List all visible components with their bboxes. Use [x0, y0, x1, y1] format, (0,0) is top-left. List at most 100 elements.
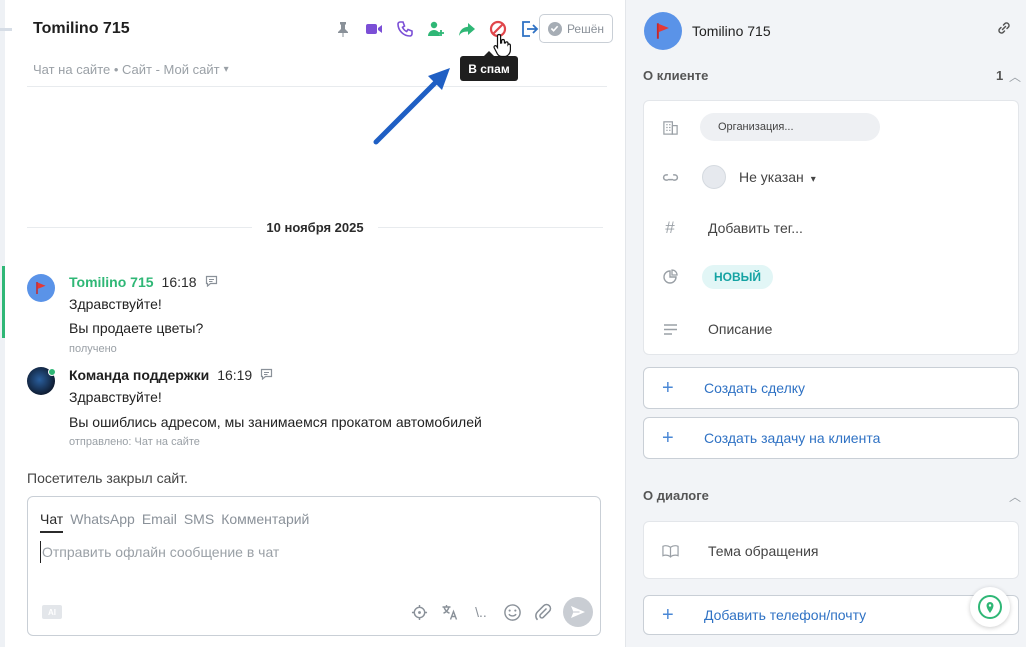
- pin-button[interactable]: [330, 16, 356, 42]
- chat-title: Tomilino 715: [33, 20, 130, 37]
- tab-sms[interactable]: SMS: [184, 511, 214, 533]
- link-icon: [661, 168, 679, 186]
- hand-cursor-icon: [493, 33, 511, 57]
- add-contact-button[interactable]: + Добавить телефон/почту: [643, 595, 1019, 635]
- description-row: Описание: [644, 309, 1020, 349]
- channel-label: Чат на сайте • Сайт - Мой сайт: [33, 62, 220, 77]
- contact-selector[interactable]: Не указан ▾: [739, 169, 816, 185]
- status-row: НОВЫЙ: [644, 257, 1020, 297]
- chevron-up-icon[interactable]: ︿: [1009, 68, 1021, 85]
- building-icon: [661, 118, 679, 136]
- chat-bubble-icon: [260, 367, 273, 383]
- link-button[interactable]: [996, 20, 1012, 39]
- ai-badge[interactable]: AI: [42, 605, 62, 619]
- phone-button[interactable]: [392, 16, 418, 42]
- add-user-icon: [428, 21, 444, 36]
- date-line-right: [377, 226, 604, 228]
- message-author: Команда поддержки: [69, 367, 210, 383]
- message-composer: Чат WhatsApp Email SMS Комментарий AI \.…: [27, 496, 601, 636]
- flag-icon: [36, 282, 46, 294]
- client-avatar: [27, 274, 55, 302]
- phone-icon: [397, 21, 413, 37]
- description-field[interactable]: Описание: [708, 321, 772, 337]
- target-icon: [411, 604, 427, 620]
- message-text: Вы продаете цветы?: [69, 320, 204, 336]
- tab-whatsapp[interactable]: WhatsApp: [70, 511, 135, 533]
- message-status: отправлено: Чат на сайте: [69, 436, 200, 448]
- create-deal-button[interactable]: + Создать сделку: [643, 367, 1019, 409]
- quick-reply-icon: \..: [475, 604, 487, 620]
- spam-tooltip: В спам: [460, 51, 518, 81]
- resolve-label: Решён: [566, 21, 605, 36]
- plus-icon: +: [662, 604, 674, 626]
- video-call-button[interactable]: [361, 16, 387, 42]
- date-separator: 10 ноября 2025: [27, 218, 604, 236]
- dialog-info-card: Тема обращения: [643, 521, 1019, 579]
- annotation-arrow-icon: [373, 68, 450, 145]
- client-panel: Tomilino 715 О клиенте 1 ︿ Организация..…: [625, 0, 1026, 647]
- support-avatar: [27, 367, 56, 395]
- date-label: 10 ноября 2025: [266, 219, 364, 235]
- tab-email[interactable]: Email: [142, 511, 177, 533]
- message-input[interactable]: [40, 541, 585, 563]
- send-button[interactable]: [563, 597, 593, 627]
- add-contact-label: Добавить телефон/почту: [704, 607, 867, 623]
- organization-row: Организация...: [644, 107, 1020, 147]
- client-avatar: [644, 12, 682, 50]
- client-name[interactable]: Tomilino 715: [692, 23, 771, 39]
- channel-selector[interactable]: Чат на сайте • Сайт - Мой сайт ▾: [33, 62, 229, 77]
- message-time: 16:18: [161, 274, 197, 290]
- plus-icon: +: [662, 377, 674, 399]
- pin-icon: [338, 22, 348, 37]
- about-client-title: О клиенте: [643, 68, 709, 83]
- translate-button[interactable]: [439, 601, 461, 623]
- message-time: 16:19: [217, 367, 253, 383]
- chevron-down-icon: ▾: [810, 174, 816, 185]
- status-badge[interactable]: НОВЫЙ: [702, 265, 774, 289]
- attach-icon: [535, 603, 552, 621]
- about-dialog-title: О диалоге: [643, 488, 709, 503]
- quick-reply-button[interactable]: \..: [470, 601, 492, 623]
- resolve-button[interactable]: Решён: [539, 14, 613, 43]
- message-author[interactable]: Tomilino 715: [69, 274, 154, 290]
- chat-bubble-icon: [205, 274, 218, 290]
- message-status: получено: [69, 343, 117, 355]
- flag-icon: [656, 23, 669, 39]
- plus-icon: +: [662, 427, 674, 449]
- location-widget-button[interactable]: [970, 587, 1010, 627]
- user-placeholder-avatar: [702, 165, 726, 189]
- create-deal-label: Создать сделку: [704, 380, 806, 396]
- pie-chart-icon: [661, 268, 679, 286]
- about-client-count: 1: [996, 68, 1004, 83]
- chat-toolbar: [330, 16, 547, 42]
- composer-tools: \..: [408, 597, 593, 627]
- add-user-button[interactable]: [423, 16, 449, 42]
- translate-icon: [442, 605, 458, 620]
- contact-row: Не указан ▾: [644, 157, 1020, 197]
- link-icon: [998, 22, 1010, 34]
- composer-tabs: Чат WhatsApp Email SMS Комментарий: [40, 511, 316, 533]
- visitor-status-note: Посетитель закрыл сайт.: [27, 470, 188, 486]
- tab-comment[interactable]: Комментарий: [221, 511, 309, 533]
- tab-chat[interactable]: Чат: [40, 511, 64, 533]
- chevron-down-icon: ▾: [223, 64, 229, 75]
- exit-icon: [522, 21, 539, 37]
- organization-field[interactable]: Организация...: [700, 113, 880, 141]
- online-dot: [48, 368, 56, 376]
- header-divider: [27, 86, 607, 87]
- target-button[interactable]: [408, 601, 430, 623]
- tag-row: # Добавить тег...: [644, 208, 1020, 248]
- message-item: Команда поддержки 16:19 Здравствуйте! Вы…: [27, 367, 617, 457]
- text-lines-icon: [661, 320, 679, 338]
- create-task-button[interactable]: + Создать задачу на клиента: [643, 417, 1019, 459]
- message-text: Здравствуйте!: [69, 389, 162, 405]
- topic-row: Тема обращения: [644, 531, 1020, 571]
- topic-field[interactable]: Тема обращения: [708, 543, 819, 559]
- left-edge-mark: [0, 28, 12, 31]
- add-tag-field[interactable]: Добавить тег...: [708, 220, 803, 236]
- client-header: Tomilino 715: [644, 12, 771, 50]
- chevron-up-icon[interactable]: ︿: [1009, 488, 1021, 505]
- forward-button[interactable]: [454, 16, 480, 42]
- attach-button[interactable]: [532, 601, 554, 623]
- emoji-button[interactable]: [501, 601, 523, 623]
